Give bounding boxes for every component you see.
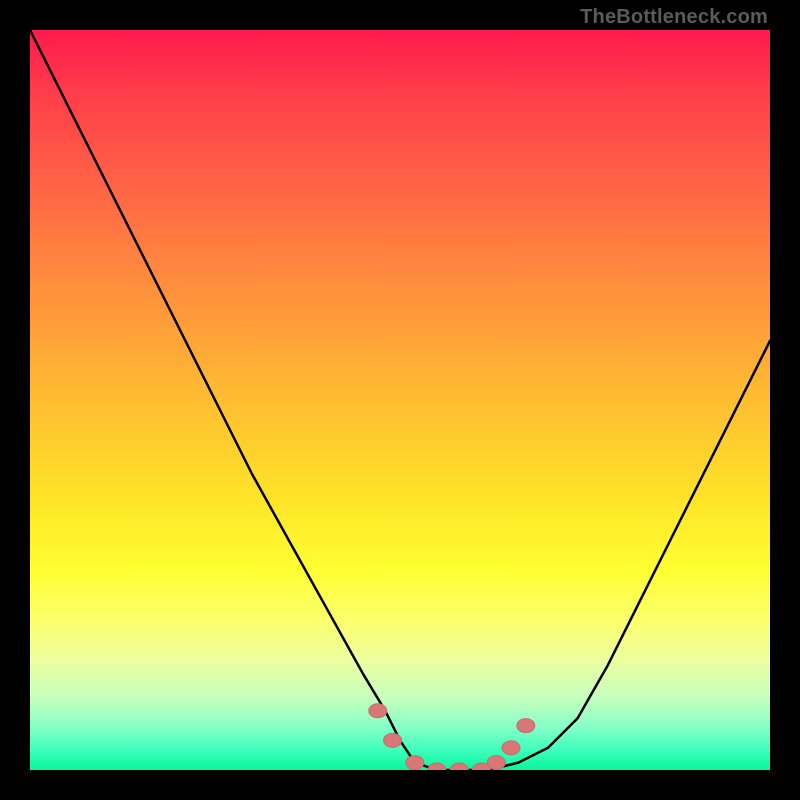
data-marker	[517, 719, 535, 733]
chart-frame: TheBottleneck.com	[0, 0, 800, 800]
data-marker	[384, 733, 402, 747]
data-marker	[502, 741, 520, 755]
data-marker	[487, 756, 505, 770]
bottleneck-curve	[30, 30, 770, 770]
curve-layer	[30, 30, 770, 770]
attribution-label: TheBottleneck.com	[580, 6, 768, 29]
data-marker	[406, 756, 424, 770]
data-marker	[450, 763, 468, 770]
plot-area	[30, 30, 770, 770]
data-marker	[428, 763, 446, 770]
data-marker	[369, 704, 387, 718]
